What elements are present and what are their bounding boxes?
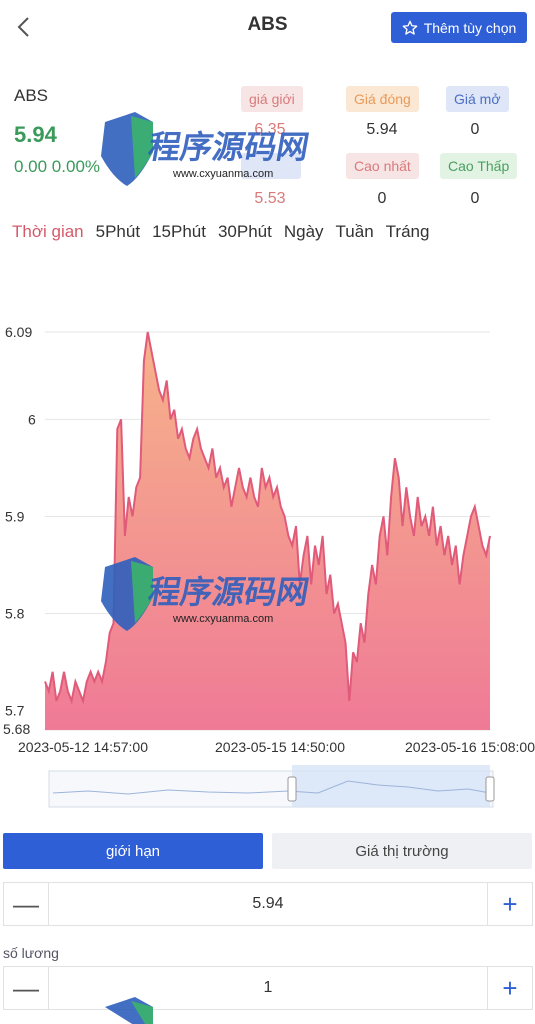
svg-text:程序源码网: 程序源码网 bbox=[146, 574, 312, 610]
x-tick-label: 2023-05-15 14:50:00 bbox=[215, 739, 345, 755]
quantity-stepper: — 1 + bbox=[3, 966, 533, 1010]
stat-value-open: 0 bbox=[470, 121, 480, 138]
price-change: 0.00 0.00% bbox=[14, 157, 101, 176]
range-handle-right[interactable] bbox=[485, 776, 495, 802]
tab-5min[interactable]: 5Phút bbox=[96, 222, 140, 242]
tab-month[interactable]: Tráng bbox=[386, 222, 430, 242]
area-fill bbox=[45, 332, 490, 730]
y-tick-label: 5.68 bbox=[3, 721, 30, 737]
price-chart[interactable]: 6.09 6 5.9 5.8 5.7 5.68 2023-05-12 14:57:00 202… bbox=[0, 300, 535, 760]
y-tick-label: 6 bbox=[28, 411, 36, 427]
stat-value-high: 0 bbox=[377, 190, 387, 207]
tab-15min[interactable]: 15Phút bbox=[152, 222, 206, 242]
interval-tabs: Thời gian 5Phút 15Phút 30Phút Ngày Tuần … bbox=[12, 222, 429, 242]
y-tick-label: 5.7 bbox=[5, 703, 25, 719]
market-order-button[interactable]: Giá thị trường bbox=[272, 833, 532, 869]
price-stepper: — 5.94 + bbox=[3, 882, 533, 926]
range-handle-left[interactable] bbox=[287, 776, 297, 802]
quantity-decrease-button[interactable]: — bbox=[4, 967, 49, 1009]
watermark-logo: 程序源码网 www.cxyuanma.com bbox=[101, 112, 312, 186]
price-input[interactable]: 5.94 bbox=[48, 883, 488, 925]
svg-text:www.cxyuanma.com: www.cxyuanma.com bbox=[172, 613, 273, 625]
watermark-logo-2: 程序源码网 www.cxyuanma.com bbox=[101, 557, 312, 631]
price-increase-button[interactable]: + bbox=[487, 883, 532, 925]
stat-label-high: Cao nhất bbox=[346, 153, 419, 179]
stat-label-open: Giá mở bbox=[446, 86, 509, 112]
symbol-label: ABS bbox=[14, 86, 49, 105]
stat-value-highlow: 0 bbox=[470, 190, 480, 207]
price-decrease-button[interactable]: — bbox=[4, 883, 49, 925]
star-icon bbox=[402, 20, 418, 35]
x-tick-label: 2023-05-12 14:57:00 bbox=[18, 739, 148, 755]
quantity-label: số lương bbox=[3, 945, 59, 961]
add-watchlist-label: Thêm tùy chọn bbox=[423, 19, 517, 36]
watermark-logo-3 bbox=[105, 997, 153, 1024]
stat-label-highlow: Cao Thấp bbox=[440, 153, 518, 179]
svg-text:程序源码网: 程序源码网 bbox=[146, 129, 312, 165]
add-watchlist-button[interactable]: Thêm tùy chọn bbox=[391, 12, 527, 43]
quantity-increase-button[interactable]: + bbox=[487, 967, 532, 1009]
tab-week[interactable]: Tuần bbox=[336, 222, 374, 242]
stat-value-close: 5.94 bbox=[366, 121, 398, 138]
range-navigator[interactable] bbox=[48, 763, 498, 809]
limit-order-button[interactable]: giới hạn bbox=[3, 833, 263, 869]
svg-text:www.cxyuanma.com: www.cxyuanma.com bbox=[172, 168, 273, 180]
y-tick-label: 5.8 bbox=[5, 606, 25, 622]
tab-time[interactable]: Thời gian bbox=[12, 222, 84, 242]
y-tick-label: 5.9 bbox=[5, 508, 25, 524]
x-tick-label: 2023-05-16 15:08:00 bbox=[405, 739, 535, 755]
current-price: 5.94 bbox=[14, 122, 57, 147]
stat-label-close: Giá đóng bbox=[346, 86, 419, 112]
y-tick-label: 6.09 bbox=[5, 324, 32, 340]
tab-30min[interactable]: 30Phút bbox=[218, 222, 272, 242]
tab-day[interactable]: Ngày bbox=[284, 222, 324, 242]
